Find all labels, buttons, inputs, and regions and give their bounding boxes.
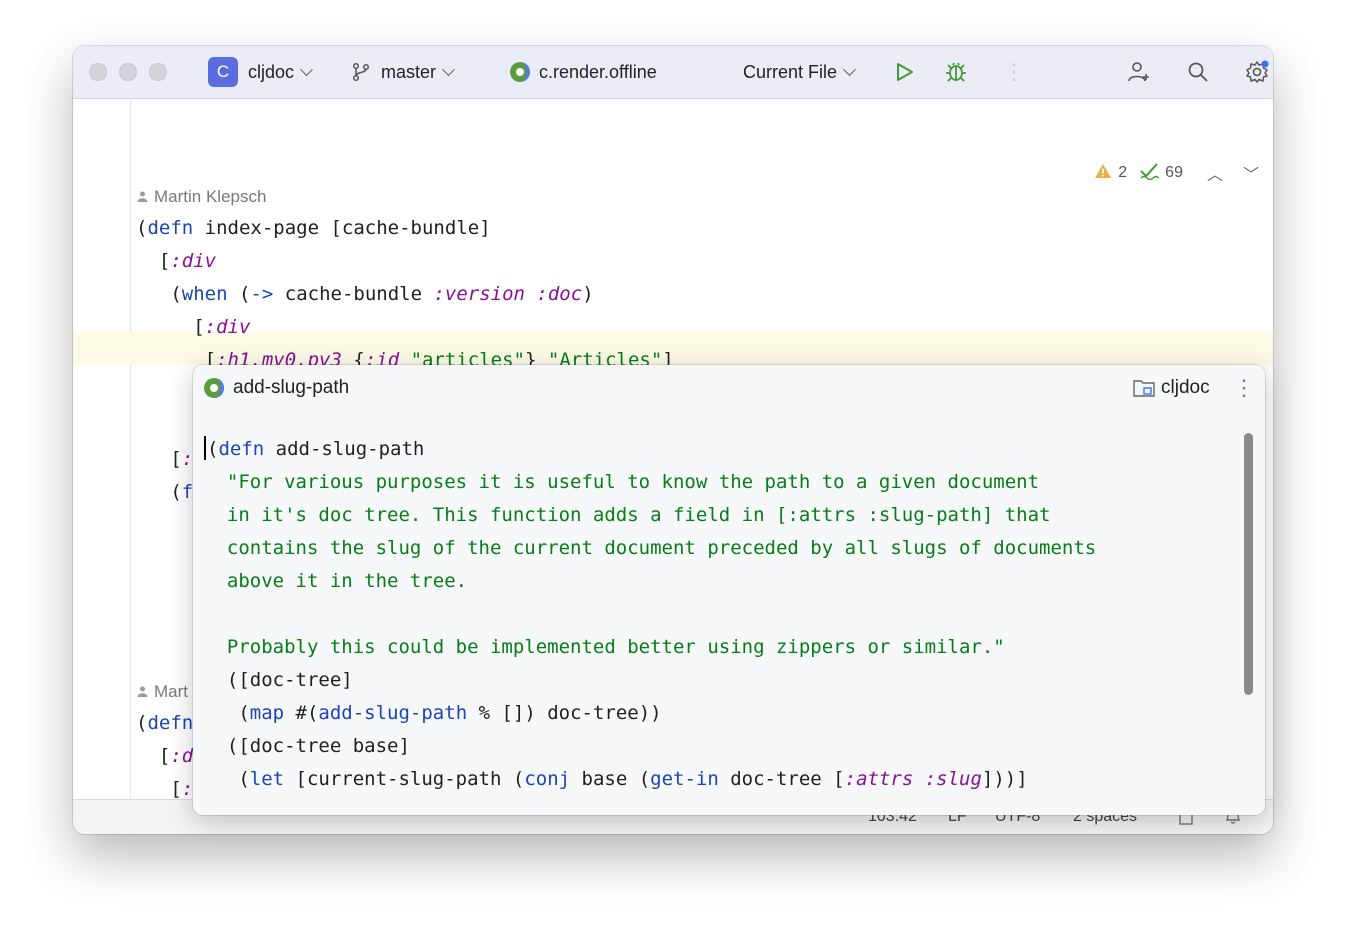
doc-line: Probably this could be implemented bette… xyxy=(204,636,1005,658)
author-name: Martin Klepsch xyxy=(154,187,267,206)
gutter-divider xyxy=(130,99,131,799)
code-line: [:div xyxy=(136,250,217,272)
project-badge: C xyxy=(208,57,238,87)
code-line: [: xyxy=(136,448,194,470)
chevron-down-icon xyxy=(843,62,856,76)
code-author-inlay[interactable]: Mart xyxy=(137,682,188,702)
code-line: [:d xyxy=(136,745,194,767)
settings-button[interactable] xyxy=(1245,46,1269,98)
add-user-icon xyxy=(1127,60,1151,84)
code-line: (f xyxy=(136,481,194,503)
project-name: cljdoc xyxy=(248,61,295,82)
person-icon xyxy=(137,682,148,702)
code-line: [:div xyxy=(136,316,251,338)
run-button[interactable] xyxy=(893,46,915,98)
person-icon xyxy=(137,187,148,207)
clojure-logo-icon xyxy=(509,61,531,83)
quick-documentation-popup[interactable]: add-slug-path cljdoc ⋮ (defn add-slug-pa… xyxy=(193,365,1265,815)
namespace-tab[interactable]: c.render.offline xyxy=(509,46,657,98)
clojure-logo-icon xyxy=(203,377,225,399)
debug-button[interactable] xyxy=(944,46,968,98)
bug-icon xyxy=(944,60,968,84)
minimize-window-button[interactable] xyxy=(119,63,137,81)
doc-line: ([doc-tree base] xyxy=(204,735,410,757)
check-count: 69 xyxy=(1165,164,1183,181)
doc-line: above it in the tree. xyxy=(204,570,468,592)
code-line: (defn index-page [cache-bundle] xyxy=(136,217,491,239)
next-highlight-icon[interactable]: ﹀ xyxy=(1243,161,1259,185)
code-line: (defn xyxy=(136,712,194,734)
search-icon xyxy=(1187,61,1209,83)
popup-module-link[interactable]: cljdoc xyxy=(1133,377,1210,399)
folder-icon xyxy=(1133,378,1155,398)
popup-code-body[interactable]: (defn add-slug-path "For various purpose… xyxy=(193,413,1265,815)
warning-count: 2 xyxy=(1118,164,1128,181)
module-name: cljdoc xyxy=(1161,377,1210,398)
branch-selector[interactable]: master xyxy=(351,46,455,98)
gear-icon xyxy=(1245,60,1269,84)
close-window-button[interactable] xyxy=(89,63,107,81)
doc-line: contains the slug of the current documen… xyxy=(204,537,1097,559)
doc-line: (defn add-slug-path xyxy=(204,433,424,466)
code-author-inlay[interactable]: Martin Klepsch xyxy=(137,187,266,207)
play-icon xyxy=(893,61,915,83)
title-bar: C cljdoc master c.render.offline Current… xyxy=(73,46,1273,99)
namespace-name: c.render.offline xyxy=(539,61,657,82)
popup-scrollbar[interactable] xyxy=(1244,433,1253,695)
branch-name: master xyxy=(381,61,437,82)
more-actions-icon[interactable]: ⋮ xyxy=(1003,46,1025,98)
author-name: Mart xyxy=(154,682,188,701)
code-line: (when (-> cache-bundle :version :doc) xyxy=(136,283,594,305)
doc-line: (let [current-slug-path (conj base (get-… xyxy=(204,768,1028,790)
text-caret xyxy=(204,436,206,460)
inspection-widget[interactable]: 2 69 ︿ ﹀ xyxy=(1094,161,1259,185)
search-button[interactable] xyxy=(1187,46,1209,98)
previous-highlight-icon[interactable]: ︿ xyxy=(1207,161,1223,185)
zoom-window-button[interactable] xyxy=(149,63,167,81)
run-config-label: Current File xyxy=(743,61,838,82)
chevron-down-icon xyxy=(300,62,313,76)
doc-line: "For various purposes it is useful to kn… xyxy=(204,471,1040,493)
project-selector[interactable]: C cljdoc xyxy=(208,46,313,98)
popup-menu-icon[interactable]: ⋮ xyxy=(1233,375,1255,401)
code-with-me-button[interactable] xyxy=(1127,46,1151,98)
chevron-down-icon xyxy=(442,62,455,76)
popup-symbol-name: add-slug-path xyxy=(233,377,350,398)
doc-line: (map #(add-slug-path % []) doc-tree)) xyxy=(204,702,662,724)
doc-line: in it's doc tree. This function adds a f… xyxy=(204,504,1051,526)
doc-line: ([doc-tree] xyxy=(204,669,353,691)
run-config-selector[interactable]: Current File xyxy=(743,46,856,98)
check-icon xyxy=(1139,162,1160,185)
git-branch-icon xyxy=(351,62,371,82)
warning-icon xyxy=(1094,163,1112,184)
popup-header: add-slug-path cljdoc ⋮ xyxy=(193,365,1265,411)
